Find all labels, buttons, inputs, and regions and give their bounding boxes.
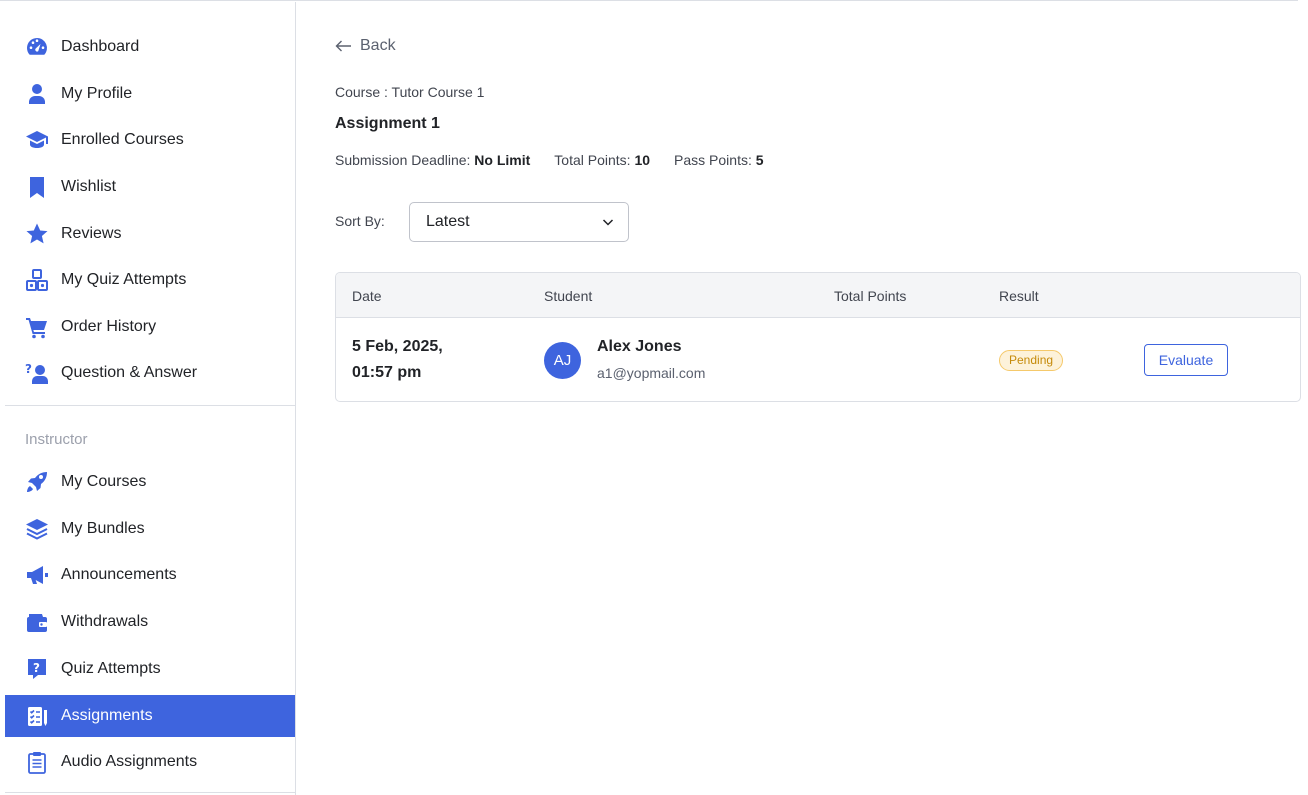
chevron-down-icon	[602, 219, 614, 226]
header-total-points: Total Points	[834, 288, 907, 304]
header-student: Student	[544, 288, 593, 304]
assignment-title: Assignment 1	[335, 115, 440, 132]
submission-deadline: Submission Deadline: No Limit	[335, 152, 530, 168]
sidebar-item-label: Assignments	[61, 707, 153, 724]
sidebar-item-wishlist[interactable]: Wishlist	[5, 166, 295, 208]
deadline-label: Submission Deadline:	[335, 152, 471, 168]
svg-text:?: ?	[25, 362, 32, 376]
sidebar-item-question-answer[interactable]: ? Question & Answer	[5, 352, 295, 394]
sidebar-item-my-quiz-attempts[interactable]: My Quiz Attempts	[5, 259, 295, 301]
rocket-icon	[24, 469, 50, 495]
evaluate-button[interactable]: Evaluate	[1144, 344, 1228, 376]
user-icon	[24, 81, 50, 107]
dashboard-gauge-icon	[24, 34, 50, 60]
section-label-instructor: Instructor	[25, 431, 88, 448]
pass-points: Pass Points: 5	[674, 152, 764, 168]
sidebar-item-reviews[interactable]: Reviews	[5, 213, 295, 255]
cart-icon	[24, 314, 50, 340]
student-email: a1@yopmail.com	[597, 365, 706, 381]
back-label: Back	[360, 37, 396, 54]
time-line: 01:57 pm	[352, 364, 422, 381]
sidebar: Dashboard My Profile Enrolled Courses Wi…	[5, 2, 296, 795]
avatar: AJ	[544, 342, 581, 379]
sort-selected-value: Latest	[426, 213, 470, 230]
sidebar-item-label: Question & Answer	[61, 364, 198, 381]
sidebar-item-label: Order History	[61, 318, 157, 335]
sidebar-item-label: Withdrawals	[61, 613, 149, 630]
date-line: 5 Feb, 2025,	[352, 338, 443, 355]
sidebar-item-order-history[interactable]: Order History	[5, 306, 295, 348]
sidebar-divider	[5, 405, 295, 406]
bookmark-icon	[24, 174, 50, 200]
sidebar-bottom-divider	[5, 792, 295, 793]
sidebar-item-label: My Bundles	[61, 520, 145, 537]
svg-text:?: ?	[33, 661, 40, 675]
course-name: Course : Tutor Course 1	[335, 84, 485, 100]
pass-points-label: Pass Points:	[674, 152, 752, 168]
student-name: Alex Jones	[597, 338, 682, 355]
sidebar-item-label: Audio Assignments	[61, 753, 198, 770]
sidebar-item-my-bundles[interactable]: My Bundles	[5, 508, 295, 550]
sidebar-item-announcements[interactable]: Announcements	[5, 554, 295, 596]
table-row: 5 Feb, 2025, 01:57 pm AJ Alex Jones a1@y…	[336, 318, 1300, 401]
sidebar-item-label: My Quiz Attempts	[61, 271, 187, 288]
sidebar-item-withdrawals[interactable]: Withdrawals	[5, 601, 295, 643]
sidebar-item-label: Quiz Attempts	[61, 660, 161, 677]
header-result: Result	[999, 288, 1039, 304]
graduation-cap-icon	[24, 127, 50, 153]
sidebar-item-label: Enrolled Courses	[61, 131, 184, 148]
status-badge: Pending	[999, 350, 1064, 371]
sidebar-item-label: My Profile	[61, 85, 133, 102]
back-link[interactable]: Back	[335, 36, 396, 56]
pass-points-value: 5	[755, 152, 764, 168]
sidebar-item-audio-assignments[interactable]: Audio Assignments	[5, 741, 295, 783]
sort-label: Sort By:	[335, 213, 385, 229]
megaphone-icon	[24, 562, 50, 588]
sort-select[interactable]: Latest	[409, 202, 629, 242]
star-icon	[24, 221, 50, 247]
clipboard-icon	[24, 749, 50, 775]
total-points-value: 10	[634, 152, 651, 168]
assignment-list-icon	[24, 703, 50, 729]
assignment-meta: Submission Deadline: No Limit Total Poin…	[335, 152, 788, 168]
sidebar-item-assignments[interactable]: Assignments	[5, 695, 295, 737]
sidebar-item-dashboard[interactable]: Dashboard	[5, 26, 295, 68]
layers-icon	[24, 516, 50, 542]
header-date: Date	[352, 288, 382, 304]
sidebar-item-label: Wishlist	[61, 178, 117, 195]
sidebar-item-label: Dashboard	[61, 38, 140, 55]
sidebar-item-label: My Courses	[61, 473, 147, 490]
deadline-value: No Limit	[474, 152, 531, 168]
wallet-icon	[24, 609, 50, 635]
question-person-icon: ?	[24, 360, 50, 386]
submissions-table: Date Student Total Points Result 5 Feb, …	[335, 272, 1301, 402]
sidebar-item-label: Reviews	[61, 225, 122, 242]
sidebar-item-label: Announcements	[61, 566, 177, 583]
arrow-left-icon	[335, 40, 351, 52]
quiz-blocks-icon	[24, 267, 50, 293]
sidebar-item-my-courses[interactable]: My Courses	[5, 461, 295, 503]
sidebar-item-enrolled-courses[interactable]: Enrolled Courses	[5, 119, 295, 161]
main-content: Back Course : Tutor Course 1 Assignment …	[335, 0, 1301, 795]
total-points-label: Total Points:	[554, 152, 631, 168]
sidebar-item-my-profile[interactable]: My Profile	[5, 73, 295, 115]
total-points: Total Points: 10	[554, 152, 650, 168]
question-box-icon: ?	[24, 656, 50, 682]
submission-date: 5 Feb, 2025, 01:57 pm	[352, 334, 482, 386]
sidebar-item-quiz-attempts[interactable]: ? Quiz Attempts	[5, 648, 295, 690]
table-header: Date Student Total Points Result	[336, 273, 1300, 318]
